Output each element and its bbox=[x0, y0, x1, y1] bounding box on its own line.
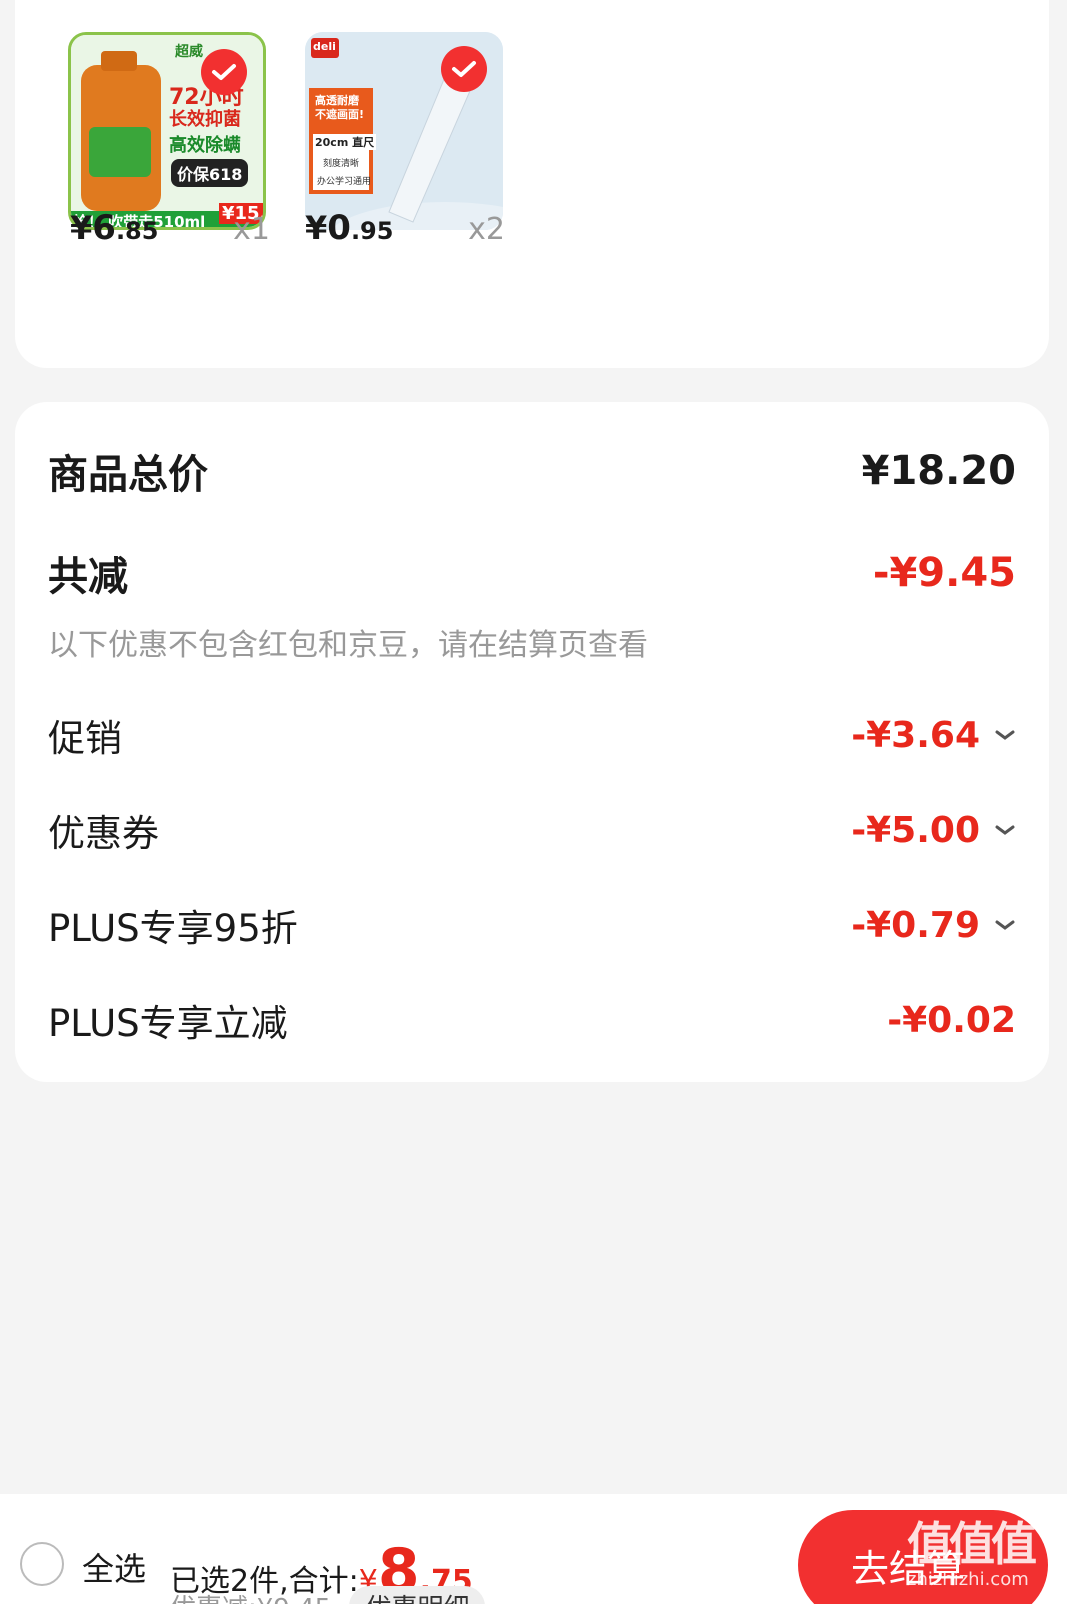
check-icon bbox=[452, 61, 476, 77]
product-headline: 高效除螨 bbox=[169, 135, 241, 156]
cart-item[interactable]: 超威 72小时 长效抑菌 高效除螨 价保618 抢！ 吹带走510ml ¥15.… bbox=[68, 32, 266, 230]
price-summary-card: 商品总价 ¥18.20 共减 -¥9.45 以下优惠不包含红包和京豆，请在结算页… bbox=[15, 402, 1049, 1082]
total-reduction-row: 共减 -¥9.45 bbox=[48, 544, 1016, 602]
watermark-logo: 值值值 bbox=[907, 1517, 1037, 1571]
cart-products-card: 超威 72小时 长效抑菌 高效除螨 价保618 抢！ 吹带走510ml ¥15.… bbox=[15, 0, 1049, 368]
checkout-bar: 全选 已选2件,合计:¥8.75 优惠减:¥9.45 优惠明细 去结算 值值值 … bbox=[0, 1494, 1067, 1604]
plus-reduction-row: PLUS专享立减 -¥0.02 bbox=[48, 993, 1016, 1047]
chevron-down-icon bbox=[995, 920, 1015, 930]
price-protect-tag: 价保618 bbox=[171, 159, 249, 187]
watermark-url: zhizhizhi.com bbox=[907, 1569, 1029, 1590]
total-price-row: 商品总价 ¥18.20 bbox=[48, 442, 1016, 500]
select-all-checkbox[interactable] bbox=[20, 1542, 64, 1586]
plus-reduction-value: -¥0.02 bbox=[887, 999, 1016, 1041]
chevron-down-icon bbox=[995, 730, 1015, 740]
feature-label: 办公学习通用 bbox=[317, 177, 372, 187]
coupon-label: 优惠券 bbox=[48, 812, 159, 855]
item-price-row: ¥6.85 x1 bbox=[70, 208, 270, 248]
product-image[interactable]: 超威 72小时 长效抑菌 高效除螨 价保618 抢！ 吹带走510ml ¥15.… bbox=[68, 32, 266, 230]
item-quantity: x2 bbox=[468, 212, 505, 247]
chevron-down-icon bbox=[995, 825, 1015, 835]
item-price: ¥0.95 bbox=[305, 208, 394, 248]
discount-summary: 优惠减:¥9.45 优惠明细 bbox=[170, 1586, 486, 1604]
select-all-label[interactable]: 全选 bbox=[82, 1544, 146, 1590]
plus-reduction-label: PLUS专享立减 bbox=[48, 1002, 288, 1045]
product-headline: 长效抑菌 bbox=[169, 109, 241, 130]
total-price-value: ¥18.20 bbox=[861, 448, 1016, 494]
promotion-label: 促销 bbox=[48, 717, 122, 760]
discount-note: 以下优惠不包含红包和京豆，请在结算页查看 bbox=[48, 628, 648, 663]
feature-label: 刻度清晰 bbox=[323, 159, 360, 169]
item-checkbox[interactable] bbox=[441, 46, 487, 92]
total-reduction-label: 共减 bbox=[48, 554, 128, 600]
coupon-row[interactable]: 优惠券 -¥5.00 bbox=[48, 803, 1016, 857]
watermark: 值值值 zhizhizhi.com bbox=[907, 1518, 1057, 1598]
coupon-value: -¥5.00 bbox=[851, 810, 1016, 851]
total-price-label: 商品总价 bbox=[48, 452, 208, 498]
spec-label: 20cm 直尺 bbox=[313, 134, 377, 150]
plus-discount-label: PLUS专享95折 bbox=[48, 907, 298, 950]
brand-logo: deli bbox=[313, 40, 336, 53]
plus-discount-value: -¥0.79 bbox=[851, 905, 1016, 946]
brand-badge: 超威 bbox=[175, 44, 203, 60]
item-price: ¥6.85 bbox=[70, 208, 159, 248]
cart-item[interactable]: deli 高透耐磨 不遮画面! 20cm 直尺 刻度清晰 办公学习通用 bbox=[305, 32, 503, 230]
promotion-row[interactable]: 促销 -¥3.64 bbox=[48, 708, 1016, 762]
promotion-value: -¥3.64 bbox=[851, 715, 1016, 756]
item-price-row: ¥0.95 x2 bbox=[305, 208, 505, 248]
discount-detail-button[interactable]: 优惠明细 bbox=[349, 1586, 486, 1604]
product-image[interactable]: deli 高透耐磨 不遮画面! 20cm 直尺 刻度清晰 办公学习通用 bbox=[305, 32, 503, 230]
item-checkbox[interactable] bbox=[201, 49, 247, 95]
badge-line: 不遮画面! bbox=[315, 108, 365, 121]
discount-text: 优惠减:¥9.45 bbox=[170, 1594, 331, 1604]
total-reduction-value: -¥9.45 bbox=[872, 550, 1016, 596]
check-icon bbox=[212, 64, 236, 80]
item-quantity: x1 bbox=[233, 212, 270, 247]
plus-discount-row[interactable]: PLUS专享95折 -¥0.79 bbox=[48, 898, 1016, 952]
